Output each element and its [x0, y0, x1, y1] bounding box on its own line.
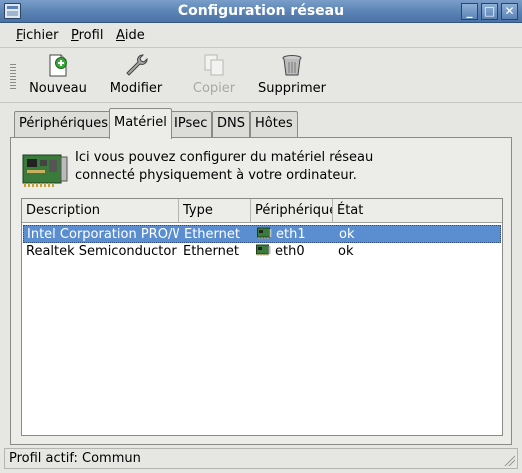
table-header: Description Type Périphérique État: [22, 199, 502, 223]
menu-fichier[interactable]: Fichier: [16, 28, 59, 43]
menu-profil[interactable]: Profil: [71, 28, 103, 43]
delete-button-label: Supprimer: [258, 81, 326, 96]
table-row[interactable]: Realtek Semiconductor Ethernet eth0 ok: [23, 243, 501, 261]
column-header-device[interactable]: Périphérique: [251, 199, 333, 223]
copy-button-label: Copier: [192, 81, 236, 96]
cell-device: eth1: [257, 226, 335, 244]
tab-hotes[interactable]: Hôtes: [250, 111, 298, 137]
column-header-type[interactable]: Type: [179, 199, 251, 223]
new-button[interactable]: Nouveau: [28, 52, 88, 100]
new-button-label: Nouveau: [29, 81, 87, 96]
hardware-panel: Ici vous pouvez configurer du matériel r…: [10, 137, 512, 445]
close-button[interactable]: ✕: [501, 3, 518, 20]
toolbar: Nouveau Modifier Copier Supprimer: [0, 48, 522, 103]
column-header-description[interactable]: Description: [22, 199, 179, 223]
wrench-icon: [126, 54, 148, 76]
trash-icon: [282, 55, 302, 76]
menu-aide[interactable]: Aide: [116, 28, 145, 43]
cell-state: ok: [338, 244, 354, 259]
tab-ipsec[interactable]: IPsec: [169, 111, 213, 137]
copy-button[interactable]: Copier: [190, 52, 238, 100]
tab-dns[interactable]: DNS: [212, 111, 250, 137]
cell-description: Realtek Semiconductor: [26, 244, 177, 259]
tab-peripheriques[interactable]: Périphériques: [14, 111, 114, 137]
title-bar: Configuration réseau _ □ ✕: [0, 0, 522, 23]
menu-bar: Fichier Profil Aide: [0, 23, 522, 48]
hardware-list[interactable]: Description Type Périphérique État Intel…: [21, 198, 503, 436]
window-title: Configuration réseau: [177, 3, 345, 19]
network-card-icon: [257, 227, 272, 239]
minimize-button[interactable]: _: [461, 3, 478, 20]
info-text: Ici vous pouvez configurer du matériel r…: [75, 149, 373, 185]
cell-type: Ethernet: [184, 227, 240, 242]
delete-button[interactable]: Supprimer: [256, 52, 328, 100]
copy-icon: [204, 54, 224, 76]
info-line-1: Ici vous pouvez configurer du matériel r…: [75, 150, 374, 165]
cell-device: eth0: [256, 243, 334, 261]
network-card-icon: [256, 244, 271, 256]
table-row[interactable]: Intel Corporation PRO/W Ethernet eth1 ok: [23, 225, 501, 243]
status-text: Profil actif: Commun: [9, 451, 141, 466]
info-line-2: connecté physiquement à votre ordinateur…: [75, 168, 357, 183]
device-name: eth0: [275, 244, 305, 259]
column-header-state[interactable]: État: [333, 199, 502, 223]
cell-state: ok: [339, 227, 355, 242]
tab-bar: Périphériques Matériel IPsec DNS Hôtes: [0, 108, 522, 139]
network-card-icon: [22, 154, 68, 187]
resize-grip-handle[interactable]: [503, 454, 515, 466]
cell-type: Ethernet: [183, 244, 239, 259]
cell-description: Intel Corporation PRO/W: [27, 227, 179, 242]
edit-button[interactable]: Modifier: [108, 52, 164, 100]
status-bar: Profil actif: Commun: [4, 448, 518, 469]
toolbar-grip-handle[interactable]: [10, 64, 16, 90]
maximize-button[interactable]: □: [481, 3, 498, 20]
edit-button-label: Modifier: [109, 81, 163, 96]
tab-materiel[interactable]: Matériel: [109, 108, 172, 139]
new-document-icon: [49, 54, 67, 77]
device-name: eth1: [276, 227, 306, 242]
